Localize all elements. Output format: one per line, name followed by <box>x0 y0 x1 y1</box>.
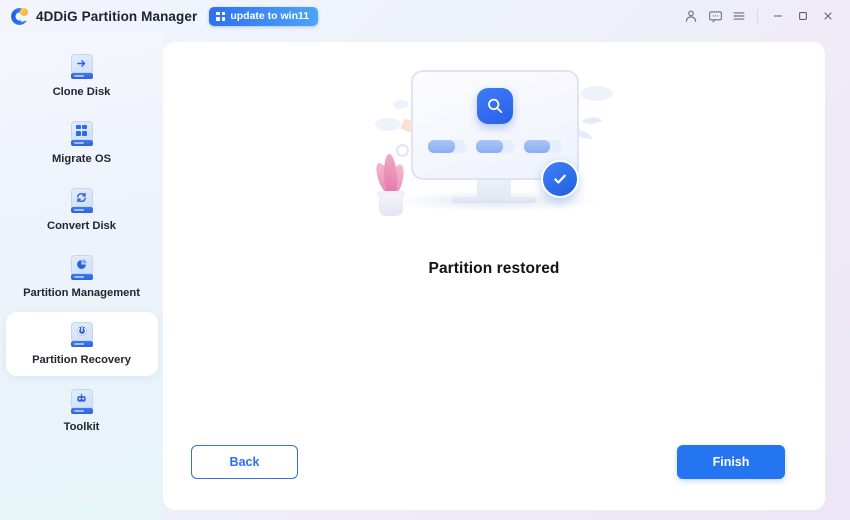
progress-bar <box>476 140 514 153</box>
4ddig-logo-icon <box>11 7 29 25</box>
leaf-decoration <box>581 112 603 129</box>
windows-grid-icon <box>216 11 226 21</box>
update-badge-label: update to win11 <box>230 10 310 22</box>
back-button[interactable]: Back <box>191 445 298 479</box>
sidebar-item-toolkit[interactable]: Toolkit <box>6 379 158 443</box>
minimize-button[interactable] <box>765 4 790 28</box>
convert-disk-icon <box>70 188 94 213</box>
finish-button[interactable]: Finish <box>677 445 785 479</box>
monitor-neck <box>477 180 511 198</box>
maximize-button[interactable] <box>790 4 815 28</box>
plant-decoration <box>372 153 407 216</box>
sidebar-item-label: Toolkit <box>63 421 100 433</box>
menu-icon[interactable] <box>727 4 751 28</box>
feedback-icon[interactable] <box>703 4 727 28</box>
cloud-decoration <box>393 100 409 109</box>
sidebar-item-clone-disk[interactable]: Clone Disk <box>6 44 158 108</box>
update-to-win11-badge[interactable]: update to win11 <box>209 6 319 26</box>
titlebar-divider <box>757 9 758 23</box>
migrate-os-icon <box>70 121 94 146</box>
sidebar: Clone Disk Migrate OS Convert Disk Parti… <box>0 32 163 520</box>
sidebar-item-partition-management[interactable]: Partition Management <box>6 245 158 309</box>
close-button[interactable] <box>815 4 840 28</box>
progress-bars <box>428 140 562 153</box>
status-title: Partition restored <box>428 260 560 277</box>
partition-management-icon <box>70 255 94 280</box>
sidebar-item-label: Partition Recovery <box>32 354 131 366</box>
partition-recovery-icon <box>70 322 94 347</box>
ring-decoration <box>396 144 409 157</box>
search-magnifier-icon <box>477 88 513 124</box>
cloud-decoration <box>581 86 613 101</box>
sidebar-item-convert-disk[interactable]: Convert Disk <box>6 178 158 242</box>
progress-bar <box>428 140 466 153</box>
check-circle-icon <box>541 160 579 198</box>
content-panel: Partition restored Back Finish <box>163 42 825 510</box>
partition-restored-illustration <box>369 60 619 240</box>
sidebar-item-label: Migrate OS <box>51 153 112 165</box>
footer-actions: Back Finish <box>163 420 825 510</box>
cloud-decoration <box>375 118 401 131</box>
title-bar-actions <box>679 0 840 32</box>
sidebar-item-partition-recovery[interactable]: Partition Recovery <box>5 312 158 376</box>
sidebar-item-label: Partition Management <box>23 287 140 299</box>
app-title: 4DDiG Partition Manager <box>36 8 198 24</box>
monitor-stand <box>452 197 536 203</box>
progress-bar <box>524 140 562 153</box>
sidebar-item-label: Convert Disk <box>46 220 116 232</box>
sidebar-item-label: Clone Disk <box>52 86 111 98</box>
toolkit-icon <box>70 389 94 414</box>
clone-disk-icon <box>70 54 94 79</box>
title-bar: 4DDiG Partition Manager update to win11 <box>0 0 850 32</box>
account-icon[interactable] <box>679 4 703 28</box>
sidebar-item-migrate-os[interactable]: Migrate OS <box>6 111 158 175</box>
app-window: 4DDiG Partition Manager update to win11 <box>0 0 850 520</box>
